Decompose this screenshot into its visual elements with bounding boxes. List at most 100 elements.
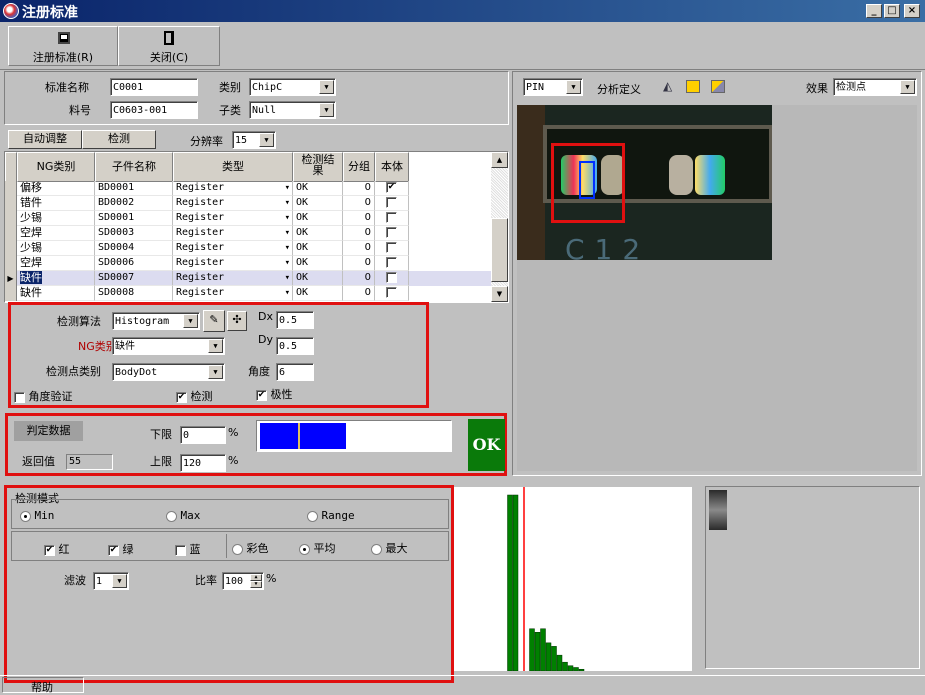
body-checkbox[interactable] — [375, 256, 409, 271]
row-selector[interactable] — [5, 211, 17, 226]
minimize-button[interactable]: _ — [866, 4, 882, 18]
name-field[interactable]: C0001 — [110, 78, 198, 96]
mode-range-radio[interactable]: Range — [307, 509, 355, 522]
row-selector[interactable] — [5, 196, 17, 211]
blue-checkbox[interactable]: 蓝 — [175, 541, 201, 557]
checkbox-box[interactable] — [14, 391, 25, 403]
move-icon[interactable]: ✣ — [227, 311, 247, 331]
angle-field[interactable]: 6 — [276, 363, 314, 381]
detect-checkbox[interactable]: ✔ 检测 — [176, 388, 213, 404]
type-dropdown[interactable]: Register ▾ — [173, 241, 293, 256]
table-row[interactable]: 少锡 SD0004 Register ▾ OK 0 — [5, 241, 493, 256]
copy-icon[interactable] — [686, 80, 700, 93]
stepper-down-icon[interactable]: ▼ — [250, 581, 262, 588]
wand-icon[interactable]: ✎ — [203, 310, 225, 332]
detect-point-box[interactable] — [579, 161, 595, 199]
checkbox-box[interactable] — [386, 256, 397, 268]
type-dropdown[interactable]: Register ▾ — [173, 181, 293, 196]
radio-dot[interactable] — [20, 510, 31, 522]
checkbox-box[interactable]: ✔ — [176, 391, 187, 403]
checkbox-box[interactable] — [386, 271, 397, 283]
radio-dot[interactable] — [307, 510, 318, 522]
radio-dot[interactable] — [371, 543, 382, 555]
mode-max-radio[interactable]: Max — [166, 509, 200, 522]
row-selector[interactable] — [5, 181, 17, 196]
radio-dot[interactable] — [232, 543, 243, 555]
average-radio[interactable]: 平均 — [299, 540, 336, 556]
table-row[interactable]: ▶ 缺件 SD0007 Register ▾ OK 0 — [5, 271, 493, 286]
checkbox-box[interactable] — [386, 226, 397, 238]
row-selector[interactable] — [5, 226, 17, 241]
body-checkbox[interactable] — [375, 226, 409, 241]
close-button[interactable]: 关闭(C) — [118, 26, 220, 66]
maximum-radio[interactable]: 最大 — [371, 540, 408, 556]
checkbox-box[interactable]: ✔ — [386, 181, 397, 193]
image-view[interactable]: C12 — [517, 105, 917, 471]
register-standard-button[interactable]: 注册标准(R) — [8, 26, 118, 66]
grid-scrollbar[interactable]: ▲ ▼ — [491, 152, 508, 302]
angle-verify-checkbox[interactable]: 角度验证 — [14, 388, 73, 404]
paste-icon[interactable] — [711, 80, 725, 93]
scroll-down-arrow-icon[interactable]: ▼ — [491, 286, 508, 302]
body-checkbox[interactable] — [375, 241, 409, 256]
body-checkbox[interactable] — [375, 211, 409, 226]
body-checkbox[interactable]: ✔ — [375, 181, 409, 196]
type-dropdown[interactable]: Register ▾ — [173, 196, 293, 211]
checkbox-box[interactable]: ✔ — [44, 544, 55, 556]
row-selector[interactable] — [5, 256, 17, 271]
type-dropdown[interactable]: Register ▾ — [173, 211, 293, 226]
body-checkbox[interactable] — [375, 286, 409, 301]
detect-button[interactable]: 检测 — [82, 130, 156, 149]
type-dropdown[interactable]: Register ▾ — [173, 226, 293, 241]
checkbox-box[interactable] — [386, 286, 397, 298]
checkbox-box[interactable] — [175, 544, 186, 556]
table-row[interactable]: 空焊 SD0003 Register ▾ OK 0 — [5, 226, 493, 241]
checkbox-box[interactable]: ✔ — [108, 544, 119, 556]
polarity-checkbox[interactable]: ✔ 极性 — [256, 386, 293, 402]
checkbox-box[interactable] — [386, 241, 397, 253]
ratio-stepper[interactable]: 100 ▲ ▼ — [222, 572, 264, 590]
radio-dot[interactable] — [299, 543, 310, 555]
table-row[interactable]: 偏移 BD0001 Register ▾ OK 0 ✔ — [5, 181, 493, 196]
part-number-field[interactable]: C0603-001 — [110, 101, 198, 119]
green-checkbox[interactable]: ✔ 绿 — [108, 541, 134, 557]
point-type-select[interactable]: BodyDot ▼ — [112, 363, 225, 381]
draw-icon[interactable]: ◭ — [663, 80, 677, 93]
body-checkbox[interactable] — [375, 271, 409, 286]
table-row[interactable]: 少锡 SD0001 Register ▾ OK 0 — [5, 211, 493, 226]
table-row[interactable]: 缺件 SD0008 Register ▾ OK 0 — [5, 286, 493, 301]
lower-limit-field[interactable]: 0 — [180, 426, 226, 444]
algorithm-select[interactable]: Histogram ▼ — [112, 312, 200, 330]
red-checkbox[interactable]: ✔ 红 — [44, 541, 70, 557]
filter-select[interactable]: 1 ▼ — [93, 572, 129, 590]
type-dropdown[interactable]: Register ▾ — [173, 286, 293, 301]
checkbox-box[interactable] — [386, 211, 397, 223]
pin-select[interactable]: PIN ▼ — [523, 78, 583, 96]
ng-category-select[interactable]: 缺件 ▼ — [112, 337, 225, 355]
row-selector[interactable]: ▶ — [5, 271, 17, 286]
close-window-button[interactable]: × — [904, 4, 920, 18]
radio-dot[interactable] — [166, 510, 177, 522]
dx-field[interactable]: 0.5 — [276, 311, 314, 329]
row-selector[interactable] — [5, 241, 17, 256]
type-dropdown[interactable]: Register ▾ — [173, 256, 293, 271]
table-row[interactable]: 空焊 SD0006 Register ▾ OK 0 — [5, 256, 493, 271]
mode-min-radio[interactable]: Min — [20, 509, 54, 522]
upper-limit-field[interactable]: 120 — [180, 454, 226, 472]
scroll-up-arrow-icon[interactable]: ▲ — [491, 152, 508, 168]
effect-select[interactable]: 检测点 ▼ — [833, 78, 917, 96]
resolution-select[interactable]: 15 ▼ — [232, 131, 276, 149]
body-checkbox[interactable] — [375, 196, 409, 211]
dy-field[interactable]: 0.5 — [276, 337, 314, 355]
category-select[interactable]: ChipC ▼ — [249, 78, 336, 96]
row-selector[interactable] — [5, 286, 17, 301]
stepper-up-icon[interactable]: ▲ — [250, 574, 262, 581]
scroll-thumb[interactable] — [491, 218, 508, 282]
checkbox-box[interactable] — [386, 196, 397, 208]
table-row[interactable]: 错件 BD0002 Register ▾ OK 0 — [5, 196, 493, 211]
maximize-button[interactable]: □ — [884, 4, 900, 18]
color-radio[interactable]: 彩色 — [232, 540, 269, 556]
checkbox-box[interactable]: ✔ — [256, 389, 267, 401]
type-dropdown[interactable]: Register ▾ — [173, 271, 293, 286]
auto-adjust-button[interactable]: 自动调整 — [8, 130, 82, 149]
